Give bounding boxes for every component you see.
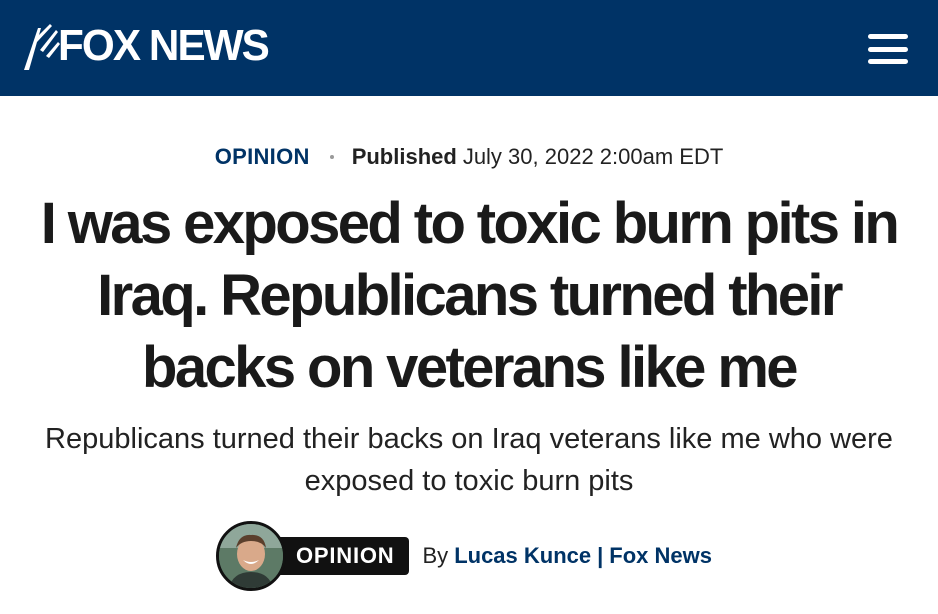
article-subheadline: Republicans turned their backs on Iraq v… xyxy=(45,423,893,497)
article-headline: I was exposed to toxic burn pits in Iraq… xyxy=(40,191,900,400)
opinion-badge: OPINION xyxy=(278,537,409,575)
byline: OPINION By Lucas Kunce | Fox News xyxy=(0,520,938,592)
site-header: FOX NEWS xyxy=(0,0,938,96)
separator-dot xyxy=(329,155,334,159)
fox-searchlight-icon xyxy=(24,24,60,70)
fox-news-logo[interactable]: FOX NEWS xyxy=(22,20,277,72)
published-date: July 30, 2022 2:00am EDT xyxy=(462,144,724,169)
author-link[interactable]: Lucas Kunce xyxy=(454,543,591,569)
outlet-link[interactable]: Fox News xyxy=(609,543,712,569)
byline-separator: | xyxy=(597,543,604,568)
category-link[interactable]: OPINION xyxy=(215,144,310,170)
author-photo-icon xyxy=(219,524,283,588)
logo-text: FOX NEWS xyxy=(58,21,270,70)
author-avatar[interactable] xyxy=(216,521,286,591)
published-label: Published xyxy=(351,144,457,169)
by-label: By xyxy=(422,543,449,568)
article-meta: OPINION Published July 30, 2022 2:00am E… xyxy=(0,144,938,170)
hamburger-menu-icon[interactable] xyxy=(868,34,908,64)
